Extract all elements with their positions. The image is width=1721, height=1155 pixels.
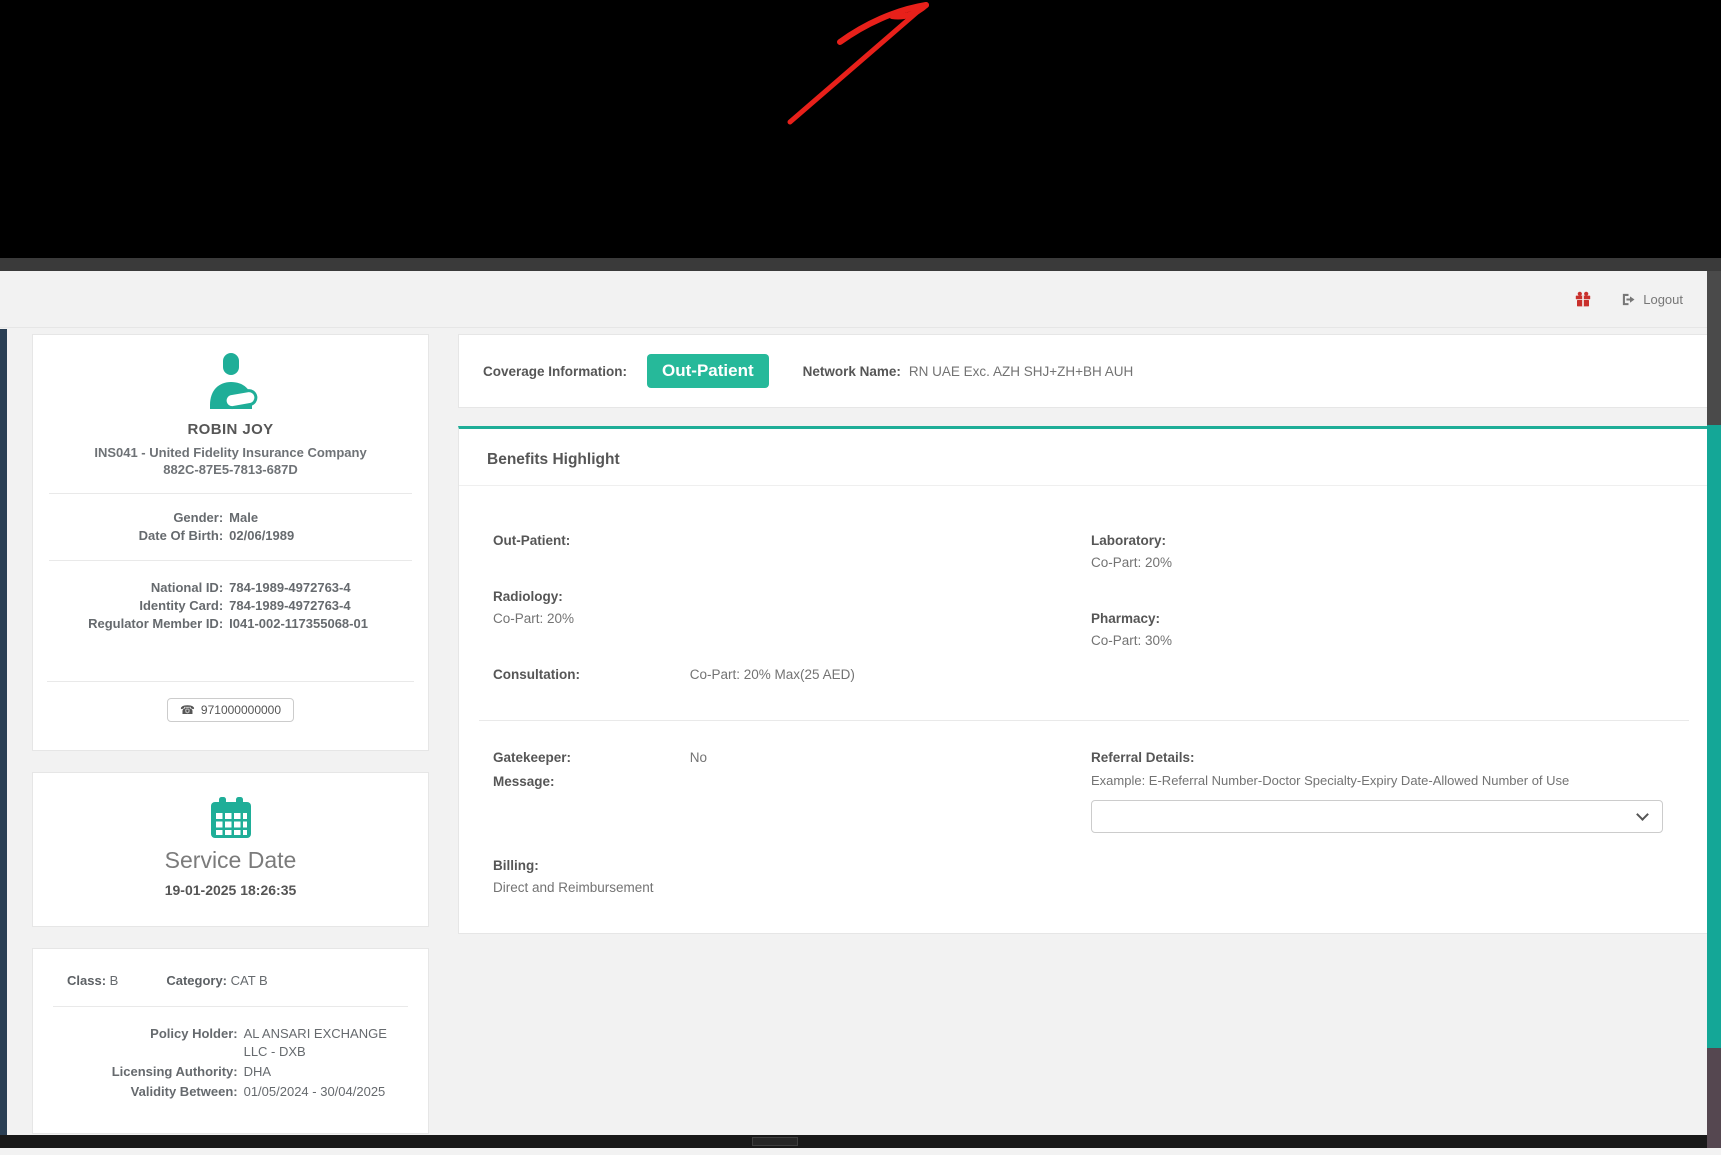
- gatekeeper-value: No: [689, 750, 708, 765]
- referral-select[interactable]: [1091, 800, 1663, 833]
- gift-icon[interactable]: [1575, 291, 1591, 307]
- topbar: Logout: [0, 271, 1707, 328]
- logout-label: Logout: [1643, 291, 1683, 307]
- benefits-right-column: Laboratory: Co-Part: 20% Pharmacy: Co-Pa…: [1091, 530, 1675, 720]
- national-id-row: National ID: 784-1989-4972763-4: [150, 580, 351, 595]
- divider: [49, 493, 412, 494]
- divider: [49, 560, 412, 561]
- laboratory-benefit: Laboratory: Co-Part: 20%: [1091, 533, 1173, 570]
- gender-row: Gender: Male: [173, 510, 259, 525]
- patient-avatar-icon: [203, 353, 259, 411]
- radiology-benefit: Radiology: Co-Part: 20%: [493, 589, 575, 626]
- window-edge-strip: [1707, 271, 1721, 1148]
- divider: [53, 1006, 408, 1007]
- main-content: Coverage Information: Out-Patient Networ…: [458, 334, 1710, 934]
- identity-card-row: Identity Card: 784-1989-4972763-4: [139, 598, 351, 613]
- coverage-label: Coverage Information:: [483, 363, 628, 379]
- edge-strip-dark: [1707, 271, 1721, 425]
- pharmacy-benefit: Pharmacy: Co-Part: 30%: [1091, 611, 1173, 648]
- network-name-label: Network Name:: [802, 363, 901, 379]
- out-patient-benefit: Out-Patient:: [493, 533, 571, 548]
- service-date-title: Service Date: [164, 847, 297, 873]
- benefits-left-column: Out-Patient: Radiology: Co-Part: 20% Con…: [493, 530, 1091, 720]
- class-category-row: Class: B Category: CAT B: [53, 973, 408, 988]
- dob-row: Date Of Birth: 02/06/1989: [138, 528, 295, 543]
- referral-block: Referral Details: Example: E-Referral Nu…: [1091, 747, 1675, 899]
- regulator-member-id-row: Regulator Member ID: I041-002-117355068-…: [88, 616, 368, 631]
- coverage-badge: Out-Patient: [647, 354, 769, 388]
- nav-sidebar-sliver: [0, 329, 7, 1148]
- benefits-title: Benefits Highlight: [459, 429, 1709, 486]
- service-date-value: 19-01-2025 18:26:35: [164, 882, 297, 898]
- red-arrow-annotation: [787, 2, 929, 125]
- class-label: Class:: [67, 973, 107, 988]
- billing-block: Billing: Direct and Reimbursement: [493, 855, 1091, 899]
- message-label: Message:: [493, 774, 555, 789]
- top-black-banner: [0, 0, 1721, 258]
- consultation-benefit: Consultation: Co-Part: 20% Max(25 AED): [493, 664, 1091, 686]
- gatekeeper-label: Gatekeeper:: [493, 750, 572, 765]
- gatekeeper-block: Gatekeeper: No Message: Billing: Direct …: [493, 747, 1091, 899]
- phone-number: 971000000000: [200, 703, 282, 717]
- taskbar-item: [752, 1137, 798, 1146]
- patient-member-code: 882C-87E5-7813-687D: [163, 462, 298, 477]
- benefits-grid: Out-Patient: Radiology: Co-Part: 20% Con…: [493, 530, 1675, 720]
- divider: [479, 720, 1689, 721]
- referral-details-label: Referral Details:: [1091, 750, 1195, 765]
- referral-example-text: Example: E-Referral Number-Doctor Specia…: [1091, 773, 1570, 788]
- window-title-strip: [0, 258, 1721, 271]
- network-name-value: RN UAE Exc. AZH SHJ+ZH+BH AUH: [908, 363, 1134, 379]
- category-value: CAT B: [230, 973, 268, 988]
- billing-label: Billing:: [493, 858, 539, 873]
- patient-card: ROBIN JOY INS041 - United Fidelity Insur…: [32, 334, 429, 751]
- phone-button[interactable]: ☎ 971000000000: [166, 698, 295, 722]
- bottom-taskbar: [0, 1135, 1707, 1148]
- category-label: Category:: [166, 973, 228, 988]
- benefits-card: Benefits Highlight Out-Patient: Radiolog…: [458, 426, 1710, 934]
- patient-name: ROBIN JOY: [187, 421, 274, 438]
- service-date-card: Service Date 19-01-2025 18:26:35: [32, 772, 429, 927]
- billing-value: Direct and Reimbursement: [493, 880, 654, 895]
- class-value: B: [109, 973, 119, 988]
- calendar-icon: [210, 797, 252, 839]
- consultation-value: Co-Part: 20% Max(25 AED): [689, 667, 855, 682]
- sidebar: ROBIN JOY INS041 - United Fidelity Insur…: [32, 334, 429, 1155]
- edge-strip-teal: [1707, 425, 1721, 1048]
- sign-out-icon: [1623, 293, 1635, 305]
- patient-insurer: INS041 - United Fidelity Insurance Compa…: [94, 445, 367, 460]
- edge-strip-mauve: [1707, 1048, 1721, 1148]
- coverage-card: Coverage Information: Out-Patient Networ…: [458, 334, 1710, 408]
- logout-button[interactable]: Logout: [1621, 292, 1683, 307]
- validity-between-row: Validity Between: 01/05/2024 - 30/04/202…: [130, 1084, 386, 1099]
- policy-holder-row: Policy Holder: AL ANSARI EXCHANGE LLC - …: [150, 1026, 387, 1059]
- phone-icon: ☎: [179, 703, 195, 717]
- policy-card: Class: B Category: CAT B Policy Holder: …: [32, 948, 429, 1134]
- licensing-authority-row: Licensing Authority: DHA: [111, 1064, 272, 1079]
- id-block: National ID: 784-1989-4972763-4 Identity…: [47, 579, 414, 633]
